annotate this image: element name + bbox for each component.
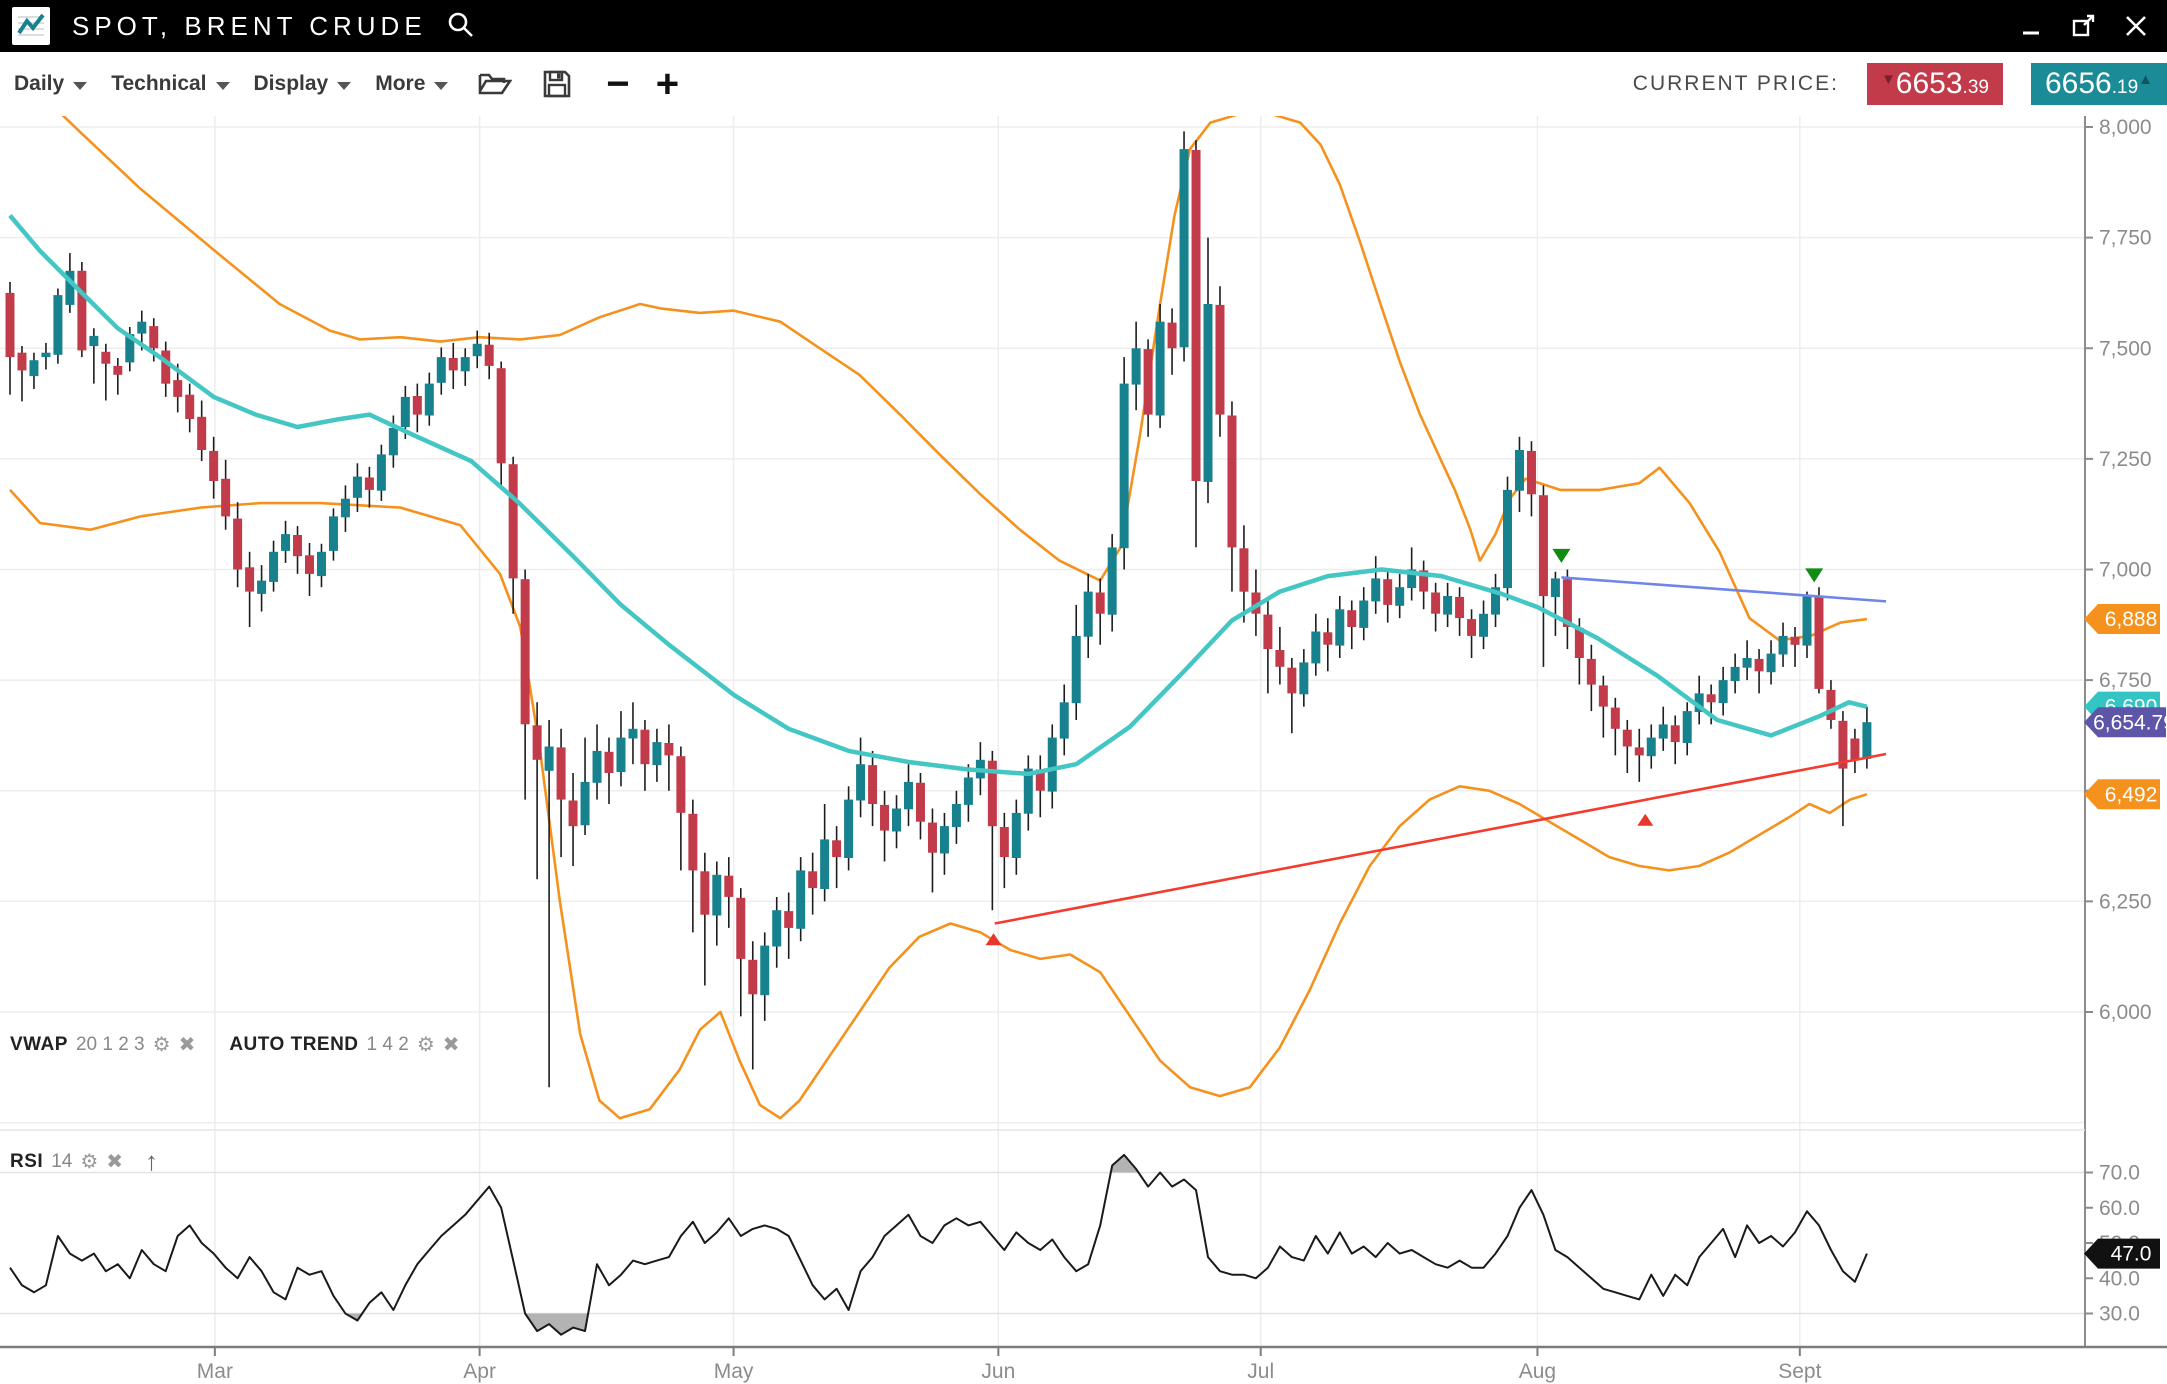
bollinger-lower-band [10,490,1867,1118]
svg-text:6,888: 6,888 [2105,608,2158,631]
menu-display[interactable]: Display [254,72,352,96]
bollinger-upper-price-tag: 6,888 [2084,604,2160,634]
zoom-in-icon[interactable]: + [656,74,679,94]
vwap-settings-gear-icon[interactable]: ⚙ [153,1032,171,1057]
price-chart[interactable]: 8,0007,7507,5007,2507,0006,7506,5006,250… [0,0,2167,1384]
svg-text:Jul: Jul [1247,1360,1274,1383]
rsi-move-up-icon[interactable]: ↑ [145,1146,158,1177]
auto-trend-remove-icon[interactable]: ✖ [443,1032,460,1057]
ask-price-dec: .19 [2112,77,2138,99]
menu-more[interactable]: More [375,72,448,96]
month-axis-labels: Mar Apr May Jun Jul Aug Sept [197,1347,1822,1383]
price-down-arrow-icon: ▼ [1881,71,1896,88]
rsi-settings-gear-icon[interactable]: ⚙ [80,1149,98,1174]
swing-low-marker-icon [1637,814,1653,826]
auto-trend-settings-gear-icon[interactable]: ⚙ [417,1032,435,1057]
current-price-label: CURRENT PRICE: [1633,72,1839,96]
svg-text:Sept: Sept [1778,1360,1821,1383]
chevron-down-icon [73,82,87,90]
current-price-tag: 6,654.79 [2084,707,2167,737]
bid-price-dec: .39 [1963,77,1989,99]
bid-price-badge: ▼6653.39 [1867,63,2003,105]
svg-text:40.0: 40.0 [2099,1267,2140,1290]
auto-trend-label: AUTO TREND [229,1034,358,1056]
popout-icon[interactable] [2071,13,2097,39]
swing-low-marker-icon [986,933,1002,945]
close-icon[interactable] [2123,13,2149,39]
svg-text:70.0: 70.0 [2099,1162,2140,1185]
line-chart-app-icon [12,7,50,45]
rsi-indicator-labels: RSI 14 ⚙ ✖ ↑ [10,1146,184,1177]
open-folder-icon[interactable] [478,69,512,99]
vwap-line [10,216,1867,774]
price-up-arrow-icon: ▲ [2138,71,2153,88]
window-title: SPOT, BRENT CRUDE [72,11,427,42]
vwap-params: 20 1 2 3 [76,1034,145,1056]
trading-app-window: { "window": { "title": "SPOT, BRENT CRUD… [0,0,2167,1384]
search-icon[interactable] [445,9,475,44]
vwap-label: VWAP [10,1034,68,1056]
vwap-remove-icon[interactable]: ✖ [179,1032,196,1057]
overlay-indicator-labels: VWAP 20 1 2 3 ⚙ ✖ AUTO TREND 1 4 2 ⚙ ✖ [10,1032,486,1057]
zoom-out-icon[interactable]: − [606,74,629,94]
svg-text:6,654.79: 6,654.79 [2093,711,2167,734]
rsi-label: RSI [10,1151,43,1173]
toolbar: Daily Technical Display More − + CURRENT PR… [0,52,2167,116]
svg-text:7,750: 7,750 [2099,227,2152,250]
svg-text:7,250: 7,250 [2099,448,2152,471]
svg-text:8,000: 8,000 [2099,116,2152,139]
month-gridlines [215,92,1800,1347]
rsi-params: 14 [51,1151,72,1173]
rsi-remove-icon[interactable]: ✖ [106,1149,123,1174]
chevron-down-icon [434,82,448,90]
svg-text:30.0: 30.0 [2099,1303,2140,1326]
ask-price-badge: 6656.19▲ [2031,63,2167,105]
svg-text:6,000: 6,000 [2099,1001,2152,1024]
rsi-line [10,1155,1867,1335]
svg-text:Mar: Mar [197,1360,233,1383]
svg-text:60.0: 60.0 [2099,1197,2140,1220]
candlesticks [6,131,1872,1087]
price-axis-labels: 8,0007,7507,5007,2507,0006,7506,5006,250… [2085,116,2152,1024]
menu-technical[interactable]: Technical [111,72,229,96]
chevron-down-icon [337,82,351,90]
auto-trend-params: 1 4 2 [367,1034,409,1056]
svg-text:6,250: 6,250 [2099,890,2152,913]
svg-text:7,000: 7,000 [2099,559,2152,582]
swing-high-marker-icon [1552,549,1570,563]
ask-price-int: 6656 [2045,63,2112,105]
save-icon[interactable] [542,69,572,99]
svg-text:7,500: 7,500 [2099,337,2152,360]
svg-text:6,492: 6,492 [2105,783,2158,806]
svg-text:Apr: Apr [463,1360,496,1383]
chevron-down-icon [216,82,230,90]
svg-text:May: May [714,1360,754,1383]
svg-text:Jun: Jun [981,1360,1015,1383]
rsi-current-tag: 47.0 [2084,1239,2160,1269]
auto-trend-resistance-line[interactable] [1561,577,1886,601]
swing-high-marker-icon [1805,568,1823,582]
title-bar: SPOT, BRENT CRUDE [0,0,2167,52]
bollinger-lower-price-tag: 6,492 [2084,779,2160,809]
svg-text:47.0: 47.0 [2111,1243,2152,1266]
bid-price-int: 6653 [1896,63,1963,105]
svg-text:Aug: Aug [1519,1360,1556,1383]
minimize-icon[interactable] [2019,13,2045,39]
svg-text:6,750: 6,750 [2099,669,2152,692]
toolbar-menus: Daily Technical Display More [0,72,448,96]
menu-daily[interactable]: Daily [14,72,87,96]
price-gridlines [0,127,2085,1123]
